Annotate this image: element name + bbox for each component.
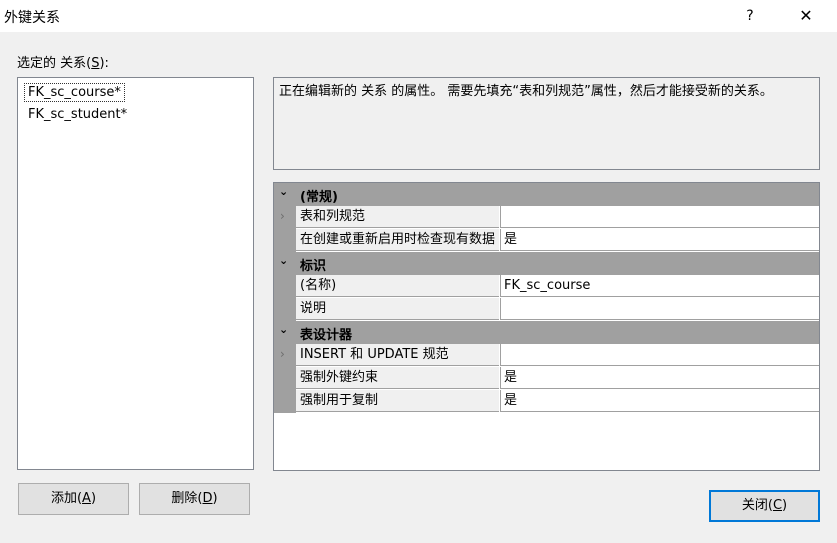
relations-list[interactable]: FK_sc_course* FK_sc_student*	[17, 77, 254, 470]
title-bar: 外键关系 ? ✕	[0, 0, 837, 32]
close-button[interactable]: 关闭(C)	[709, 490, 820, 522]
category-general[interactable]: ⌄ (常规)	[274, 183, 819, 206]
window-title: 外键关系	[4, 10, 60, 26]
description-panel: 正在编辑新的 关系 的属性。 需要先填充“表和列规范”属性，然后才能接受新的关系…	[273, 77, 820, 170]
property-insert-update-spec[interactable]: › INSERT 和 UPDATE 规范	[274, 344, 819, 367]
close-window-icon[interactable]: ✕	[792, 4, 820, 28]
category-identity[interactable]: ⌄ 标识	[274, 252, 819, 275]
list-item-fk-sc-course[interactable]: FK_sc_course*	[24, 83, 125, 102]
chevron-down-icon[interactable]: ⌄	[279, 185, 288, 198]
add-button[interactable]: 添加(A)	[18, 483, 129, 515]
property-enforce-replication[interactable]: 强制用于复制 是	[274, 390, 819, 413]
chevron-right-icon[interactable]: ›	[280, 347, 285, 361]
category-table-designer[interactable]: ⌄ 表设计器	[274, 321, 819, 344]
selected-relations-label: 选定的 关系(S):	[17, 56, 109, 71]
property-description[interactable]: 说明	[274, 298, 819, 321]
chevron-down-icon[interactable]: ⌄	[279, 323, 288, 336]
chevron-down-icon[interactable]: ⌄	[279, 254, 288, 267]
property-enforce-fk[interactable]: 强制外键约束 是	[274, 367, 819, 390]
property-check-existing-data[interactable]: 在创建或重新启用时检查现有数据 是	[274, 229, 819, 252]
list-item-fk-sc-student[interactable]: FK_sc_student*	[25, 106, 130, 123]
property-table-column-spec[interactable]: › 表和列规范	[274, 206, 819, 229]
help-button[interactable]: ?	[740, 4, 760, 28]
delete-button[interactable]: 删除(D)	[139, 483, 250, 515]
property-name[interactable]: (名称) FK_sc_course	[274, 275, 819, 298]
property-grid[interactable]: ⌄ (常规) › 表和列规范 在创建或重新启用时检查现有数据 是 ⌄ 标识 (名…	[273, 182, 820, 471]
chevron-right-icon[interactable]: ›	[280, 209, 285, 223]
